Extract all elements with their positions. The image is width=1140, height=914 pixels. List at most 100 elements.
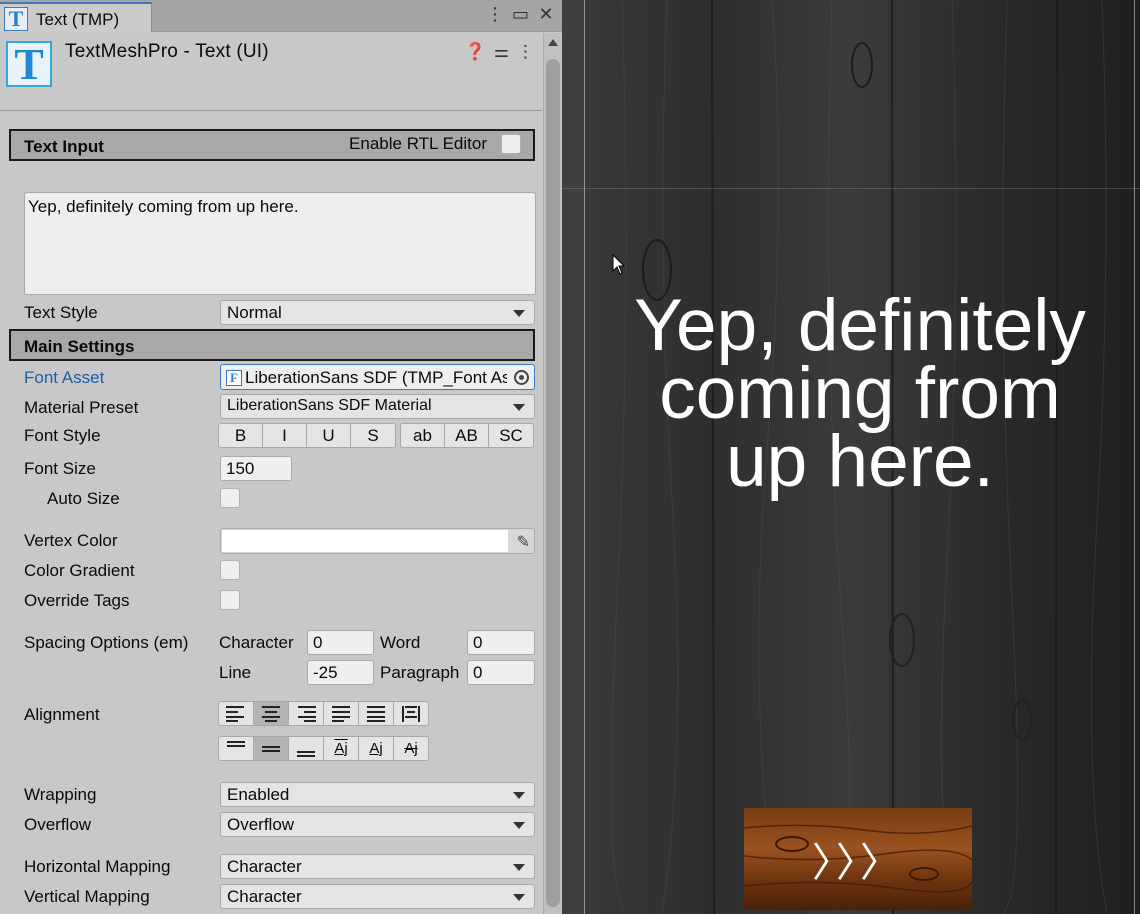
chevron-down-icon	[513, 404, 525, 411]
auto-size-checkbox[interactable]	[220, 488, 240, 508]
underline-button[interactable]: U	[306, 423, 351, 448]
align-flush-icon	[366, 706, 386, 722]
maximize-icon[interactable]: ▭	[512, 4, 529, 25]
scene-view[interactable]: Yep, definitely coming from up here. 〉〉〉	[562, 0, 1140, 914]
eyedropper-icon[interactable]: ✎	[517, 532, 530, 552]
close-icon[interactable]: ✕	[538, 4, 554, 25]
inspector-tabbar: T Text (TMP) ⋮ ▭ ✕	[0, 0, 562, 32]
font-asset-label[interactable]: Font Asset	[24, 368, 104, 388]
vertex-color-field[interactable]: ✎	[220, 528, 535, 554]
tab-text-tmp[interactable]: T Text (TMP)	[0, 2, 152, 32]
override-tags-checkbox[interactable]	[220, 590, 240, 610]
scene-text-display[interactable]: Yep, definitely coming from up here.	[590, 289, 1130, 498]
align-baseline-button[interactable]: Aj	[323, 736, 359, 761]
window-tools: ⋮ ▭ ✕	[486, 4, 554, 25]
align-top-icon	[226, 741, 246, 757]
horizontal-mapping-dropdown[interactable]: Character	[220, 854, 535, 879]
textmeshpro-icon: T	[4, 7, 28, 31]
vertical-mapping-dropdown[interactable]: Character	[220, 884, 535, 909]
more-icon[interactable]: ⋮	[486, 4, 504, 25]
horizontal-alignment-buttons	[218, 701, 429, 726]
smallcaps-button[interactable]: SC	[488, 423, 534, 448]
align-right-icon	[296, 706, 316, 722]
help-icon[interactable]: ❓	[465, 42, 486, 62]
text-style-value: Normal	[227, 303, 282, 322]
wrapping-dropdown[interactable]: Enabled	[220, 782, 535, 807]
overflow-value: Overflow	[227, 815, 295, 834]
horizontal-mapping-value: Character	[227, 857, 302, 876]
horizontal-mapping-label: Horizontal Mapping	[24, 857, 171, 876]
overflow-label: Overflow	[24, 815, 92, 834]
canvas-guide-horizontal	[562, 188, 1140, 189]
chevron-down-icon	[513, 864, 525, 871]
chevrons-right-icon: 〉〉〉	[812, 841, 904, 885]
align-capline-button[interactable]: Aj	[393, 736, 429, 761]
material-preset-dropdown[interactable]: LiberationSans SDF Material	[220, 394, 535, 419]
rtl-checkbox[interactable]	[501, 134, 521, 154]
next-button[interactable]: 〉〉〉	[743, 808, 973, 910]
vertical-alignment-buttons: Aj Aj Aj	[218, 736, 429, 761]
vertex-color-label: Vertex Color	[24, 531, 118, 550]
main-settings-header[interactable]: Main Settings	[9, 329, 535, 361]
section-title: Main Settings	[24, 337, 135, 356]
font-case-buttons: ab AB SC	[400, 423, 534, 448]
align-middle-icon	[261, 741, 281, 757]
align-left-button[interactable]	[218, 701, 254, 726]
align-flush-button[interactable]	[358, 701, 394, 726]
font-size-input[interactable]: 150	[220, 456, 292, 481]
bold-button[interactable]: B	[218, 423, 263, 448]
preset-icon[interactable]: ⚌	[494, 42, 509, 62]
vertical-mapping-value: Character	[227, 887, 302, 906]
word-spacing-input[interactable]: 0	[467, 630, 535, 655]
font-asset-icon: F	[226, 370, 242, 386]
paragraph-spacing-input[interactable]: 0	[467, 660, 535, 685]
canvas-guide-right	[1134, 0, 1135, 914]
material-preset-value: LiberationSans SDF Material	[227, 397, 432, 414]
align-center-button[interactable]	[253, 701, 289, 726]
object-picker-icon[interactable]	[514, 370, 529, 385]
align-middle-button[interactable]	[253, 736, 289, 761]
align-geometry-center-button[interactable]	[393, 701, 429, 726]
rtl-label: Enable RTL Editor	[349, 134, 487, 153]
chevron-down-icon	[513, 822, 525, 829]
chevron-down-icon	[513, 310, 525, 317]
chevron-down-icon	[513, 894, 525, 901]
inspector-scrollbar[interactable]	[543, 33, 562, 914]
color-gradient-label: Color Gradient	[24, 561, 135, 580]
align-justified-icon	[331, 706, 351, 722]
line-spacing-label: Line	[219, 663, 252, 682]
italic-button[interactable]: I	[262, 423, 307, 448]
auto-size-label: Auto Size	[47, 489, 120, 508]
scroll-up-icon[interactable]	[548, 39, 558, 46]
align-right-button[interactable]	[288, 701, 324, 726]
character-spacing-input[interactable]: 0	[307, 630, 374, 655]
align-midline-button[interactable]: Aj	[358, 736, 394, 761]
more-icon[interactable]: ⋮	[517, 42, 534, 62]
lowercase-button[interactable]: ab	[400, 423, 445, 448]
scroll-thumb[interactable]	[546, 59, 560, 907]
font-style-label: Font Style	[24, 426, 101, 445]
word-spacing-label: Word	[380, 633, 421, 652]
uppercase-button[interactable]: AB	[444, 423, 489, 448]
text-input-area[interactable]: Yep, definitely coming from up here.	[24, 192, 536, 295]
overflow-dropdown[interactable]: Overflow	[220, 812, 535, 837]
component-tools: ❓ ⚌ ⋮	[465, 42, 534, 62]
inspector-panel: T Text (TMP) ⋮ ▭ ✕ T TextMeshPro - Text …	[0, 0, 562, 914]
text-style-dropdown[interactable]: Normal	[220, 300, 535, 325]
alignment-label: Alignment	[24, 705, 100, 724]
color-gradient-checkbox[interactable]	[220, 560, 240, 580]
chevron-down-icon	[513, 792, 525, 799]
color-swatch[interactable]	[222, 530, 508, 552]
align-top-button[interactable]	[218, 736, 254, 761]
font-asset-field[interactable]: F LiberationSans SDF (TMP_Font Asset)	[220, 364, 535, 390]
character-spacing-label: Character	[219, 633, 294, 652]
strikethrough-button[interactable]: S	[350, 423, 396, 448]
component-title: TextMeshPro - Text (UI)	[65, 41, 269, 62]
align-justified-button[interactable]	[323, 701, 359, 726]
override-tags-label: Override Tags	[24, 591, 130, 610]
align-bottom-button[interactable]	[288, 736, 324, 761]
line-spacing-input[interactable]: -25	[307, 660, 374, 685]
align-bottom-icon	[296, 741, 316, 757]
material-preset-label: Material Preset	[24, 398, 139, 417]
text-input-header[interactable]: Text Input Enable RTL Editor	[9, 129, 535, 161]
